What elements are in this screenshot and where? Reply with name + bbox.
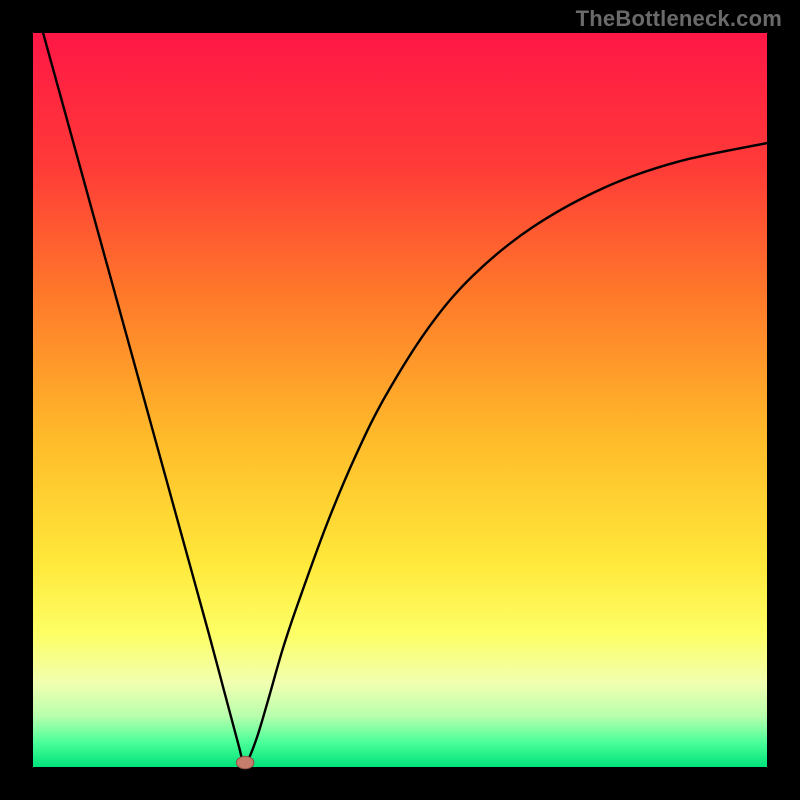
heatmap-background xyxy=(33,33,767,767)
watermark-text: TheBottleneck.com xyxy=(576,6,782,32)
optimal-point-marker xyxy=(236,756,254,768)
bottleneck-chart xyxy=(0,0,800,800)
chart-stage: { "watermark": "TheBottleneck.com", "col… xyxy=(0,0,800,800)
